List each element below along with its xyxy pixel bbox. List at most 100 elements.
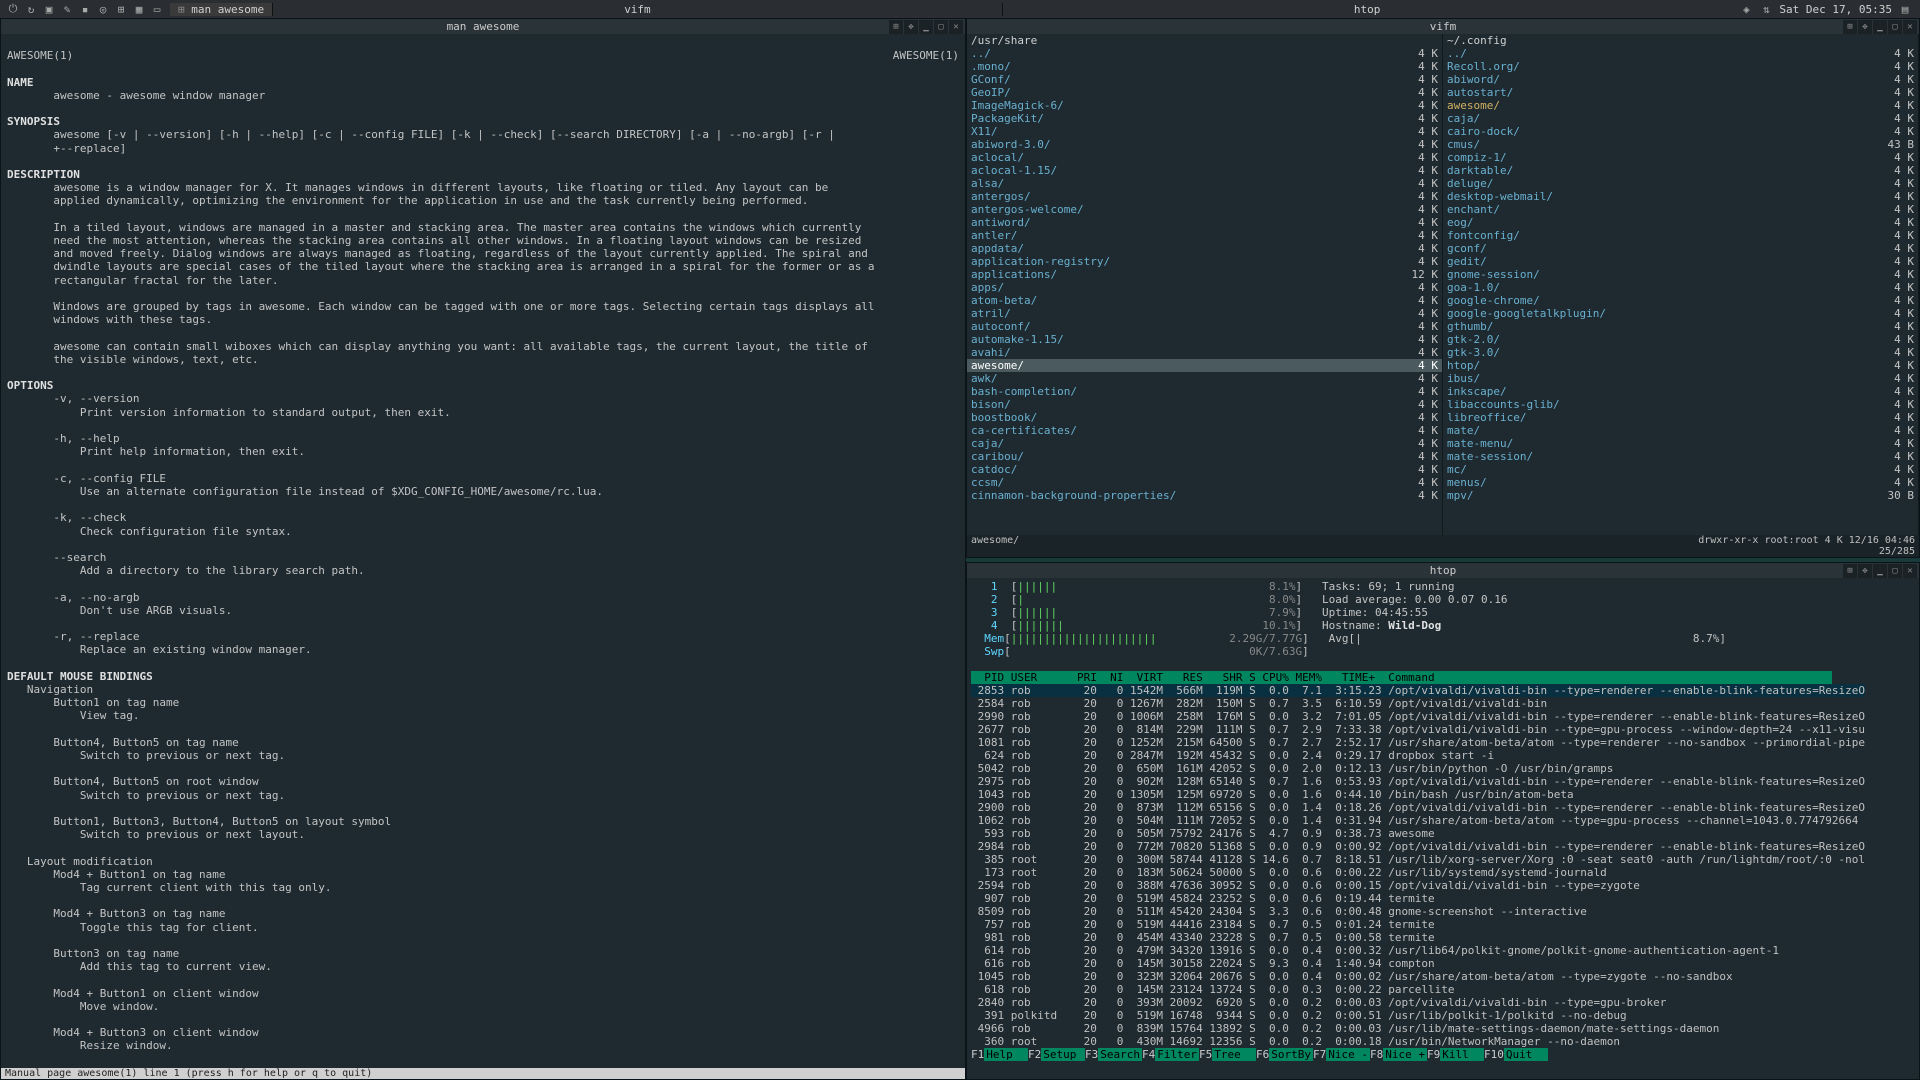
file-row[interactable]: appdata/4 K (967, 242, 1442, 255)
close-icon[interactable]: ✕ (949, 20, 963, 34)
maximize-icon[interactable]: ▢ (1888, 564, 1902, 578)
file-row[interactable]: libaccounts-glib/4 K (1443, 398, 1918, 411)
task-vifm[interactable]: vifm (272, 3, 1002, 16)
file-row[interactable]: awk/4 K (967, 372, 1442, 385)
file-row[interactable]: compiz-1/4 K (1443, 151, 1918, 164)
dropbox-icon[interactable]: ◈ (1739, 2, 1753, 16)
tile-icon[interactable]: ⊞ (1843, 564, 1857, 578)
file-row[interactable]: caja/4 K (967, 437, 1442, 450)
folder-icon[interactable]: ▣ (42, 2, 56, 16)
monitor-icon[interactable]: ▭ (150, 2, 164, 16)
file-row[interactable]: deluge/4 K (1443, 177, 1918, 190)
file-row[interactable]: ImageMagick-6/4 K (967, 99, 1442, 112)
vifm-right-panel[interactable]: ~/.config ../4 KRecoll.org/4 Kabiword/4 … (1443, 34, 1919, 535)
network-icon[interactable]: ⇅ (1759, 2, 1773, 16)
file-row[interactable]: mate/4 K (1443, 424, 1918, 437)
layout-icon[interactable]: ▤ (1898, 2, 1912, 16)
refresh-icon[interactable]: ↻ (24, 2, 38, 16)
close-icon[interactable]: ✕ (1903, 564, 1917, 578)
maximize-icon[interactable]: ▢ (1888, 20, 1902, 34)
file-row[interactable]: aclocal-1.15/4 K (967, 164, 1442, 177)
file-row[interactable]: caja/4 K (1443, 112, 1918, 125)
file-row[interactable]: google-chrome/4 K (1443, 294, 1918, 307)
file-row[interactable]: ibus/4 K (1443, 372, 1918, 385)
file-row[interactable]: bash-completion/4 K (967, 385, 1442, 398)
file-row[interactable]: .mono/4 K (967, 60, 1442, 73)
file-row[interactable]: X11/4 K (967, 125, 1442, 138)
file-row[interactable]: automake-1.15/4 K (967, 333, 1442, 346)
file-row[interactable]: eog/4 K (1443, 216, 1918, 229)
file-row[interactable]: antergos/4 K (967, 190, 1442, 203)
file-row[interactable]: libreoffice/4 K (1443, 411, 1918, 424)
file-row[interactable]: GConf/4 K (967, 73, 1442, 86)
file-row[interactable]: htop/4 K (1443, 359, 1918, 372)
file-row[interactable]: alsa/4 K (967, 177, 1442, 190)
file-row[interactable]: ../4 K (1443, 47, 1918, 60)
file-row[interactable]: gtk-2.0/4 K (1443, 333, 1918, 346)
file-row[interactable]: atril/4 K (967, 307, 1442, 320)
file-row[interactable]: avahi/4 K (967, 346, 1442, 359)
file-row[interactable]: antergos-welcome/4 K (967, 203, 1442, 216)
file-row[interactable]: mate-session/4 K (1443, 450, 1918, 463)
file-row[interactable]: autoconf/4 K (967, 320, 1442, 333)
file-row[interactable]: bison/4 K (967, 398, 1442, 411)
file-row[interactable]: awesome/4 K (1443, 99, 1918, 112)
file-row[interactable]: antiword/4 K (967, 216, 1442, 229)
file-row[interactable]: application-registry/4 K (967, 255, 1442, 268)
pin-icon[interactable]: ✥ (904, 20, 918, 34)
edit-icon[interactable]: ✎ (60, 2, 74, 16)
file-row[interactable]: PackageKit/4 K (967, 112, 1442, 125)
file-row[interactable]: goa-1.0/4 K (1443, 281, 1918, 294)
pin-icon[interactable]: ✥ (1858, 564, 1872, 578)
man-content[interactable]: AWESOME(1)AWESOME(1) NAME awesome - awes… (1, 34, 965, 1068)
file-row[interactable]: cinnamon-background-properties/4 K (967, 489, 1442, 502)
file-row[interactable]: fontconfig/4 K (1443, 229, 1918, 242)
maximize-icon[interactable]: ▢ (934, 20, 948, 34)
file-row[interactable]: gnome-session/4 K (1443, 268, 1918, 281)
htop-content[interactable]: 1 [|||||| 8.1%] Tasks: 69; 1 running 2 [… (967, 578, 1919, 1079)
file-row[interactable]: GeoIP/4 K (967, 86, 1442, 99)
file-row[interactable]: abiword/4 K (1443, 73, 1918, 86)
file-row[interactable]: gconf/4 K (1443, 242, 1918, 255)
power-icon[interactable]: ⏻ (6, 2, 20, 16)
pin-icon[interactable]: ✥ (1858, 20, 1872, 34)
file-row[interactable]: autostart/4 K (1443, 86, 1918, 99)
terminal-icon[interactable]: ▪ (78, 2, 92, 16)
file-row[interactable]: ca-certificates/4 K (967, 424, 1442, 437)
file-row[interactable]: antler/4 K (967, 229, 1442, 242)
close-icon[interactable]: ✕ (1903, 20, 1917, 34)
vifm-left-panel[interactable]: /usr/share ../4 K.mono/4 KGConf/4 KGeoIP… (967, 34, 1443, 535)
file-row[interactable]: gtk-3.0/4 K (1443, 346, 1918, 359)
file-row[interactable]: cmus/43 B (1443, 138, 1918, 151)
file-row[interactable]: atom-beta/4 K (967, 294, 1442, 307)
tile-icon[interactable]: ⊞ (1843, 20, 1857, 34)
file-row[interactable]: ccsm/4 K (967, 476, 1442, 489)
file-row[interactable]: apps/4 K (967, 281, 1442, 294)
file-row[interactable]: darktable/4 K (1443, 164, 1918, 177)
file-row[interactable]: aclocal/4 K (967, 151, 1442, 164)
file-row[interactable]: caribou/4 K (967, 450, 1442, 463)
file-row[interactable]: Recoll.org/4 K (1443, 60, 1918, 73)
file-row[interactable]: boostbook/4 K (967, 411, 1442, 424)
minimize-icon[interactable]: ▁ (919, 20, 933, 34)
file-row[interactable]: gedit/4 K (1443, 255, 1918, 268)
tile-icon[interactable]: ⊞ (889, 20, 903, 34)
file-row[interactable]: ../4 K (967, 47, 1442, 60)
file-row[interactable]: enchant/4 K (1443, 203, 1918, 216)
file-row[interactable]: awesome/4 K (967, 359, 1442, 372)
file-row[interactable]: catdoc/4 K (967, 463, 1442, 476)
file-row[interactable]: inkscape/4 K (1443, 385, 1918, 398)
file-row[interactable]: desktop-webmail/4 K (1443, 190, 1918, 203)
minimize-icon[interactable]: ▁ (1873, 564, 1887, 578)
file-row[interactable]: abiword-3.0/4 K (967, 138, 1442, 151)
file-row[interactable]: mpv/30 B (1443, 489, 1918, 502)
grid-icon[interactable]: ▦ (132, 2, 146, 16)
file-row[interactable]: menus/4 K (1443, 476, 1918, 489)
file-row[interactable]: mate-menu/4 K (1443, 437, 1918, 450)
file-row[interactable]: applications/12 K (967, 268, 1442, 281)
files-icon[interactable]: ⊞ (114, 2, 128, 16)
web-icon[interactable]: ◎ (96, 2, 110, 16)
file-row[interactable]: mc/4 K (1443, 463, 1918, 476)
file-row[interactable]: cairo-dock/4 K (1443, 125, 1918, 138)
task-htop[interactable]: htop (1002, 3, 1732, 16)
